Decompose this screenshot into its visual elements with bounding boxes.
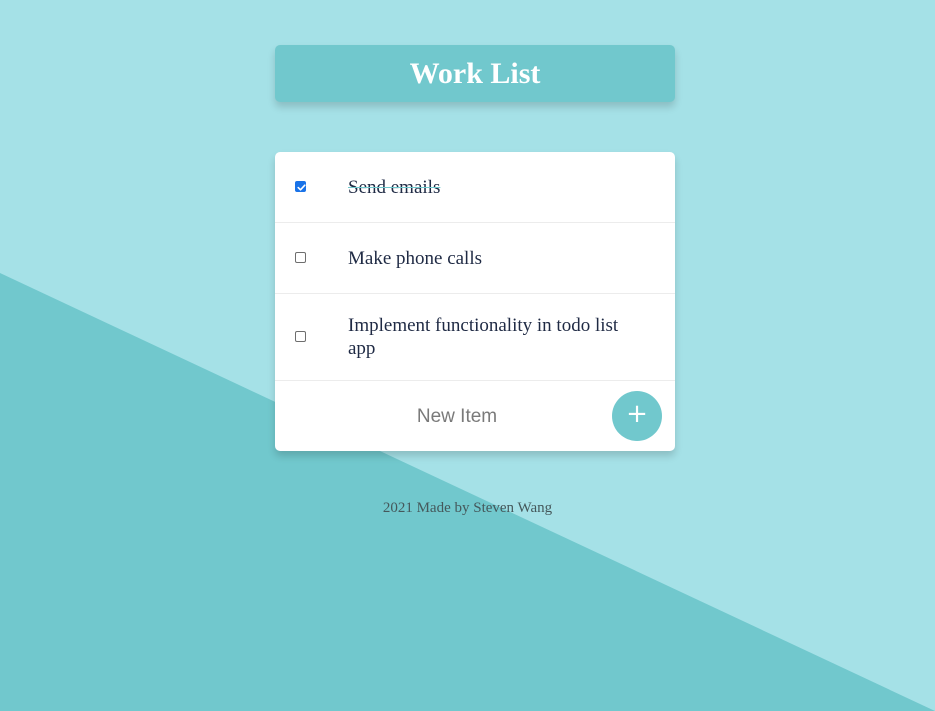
new-item-form: + [275,381,675,451]
title-banner: Work List [275,45,675,102]
todo-list-card: Send emails Make phone calls Implement f… [275,152,675,451]
page-title: Work List [409,56,541,90]
todo-checkbox[interactable] [295,252,306,263]
plus-icon: + [626,399,648,429]
todo-item-label: Send emails [348,176,441,198]
todo-checkbox-checked[interactable] [295,181,306,192]
todo-item-label: Make phone calls [348,247,483,269]
add-item-button[interactable]: + [612,391,662,441]
new-item-input[interactable] [305,399,609,435]
todo-item[interactable]: Make phone calls [275,223,675,294]
todo-checkbox[interactable] [295,331,306,342]
todo-item-label: Implement functionality in todo list app [348,315,619,359]
todo-item[interactable]: Implement functionality in todo list app [275,294,675,381]
todo-item[interactable]: Send emails [275,152,675,223]
footer-credit: 2021 Made by Steven Wang [382,500,553,516]
checkmark-icon [297,184,306,191]
